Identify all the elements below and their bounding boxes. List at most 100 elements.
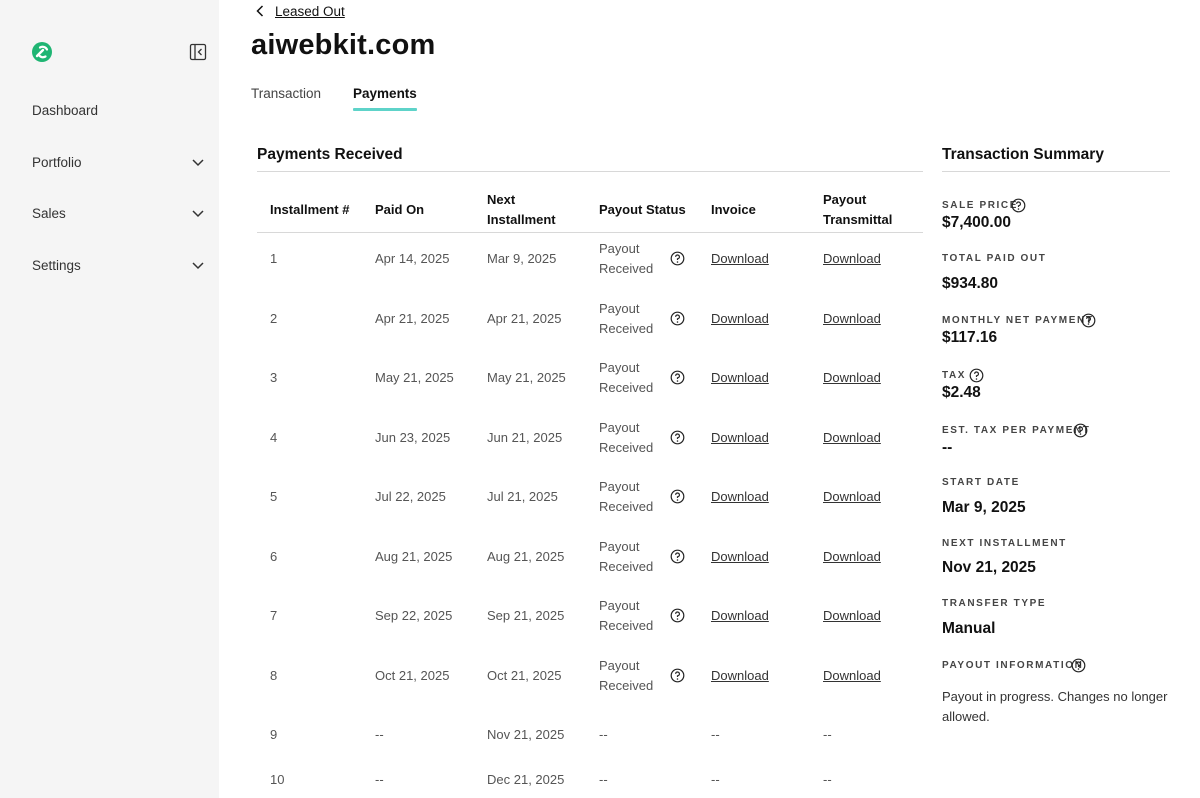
divider [257,171,923,172]
sidebar: Dashboard Portfolio Sales Settings [0,0,219,798]
cell-installment: 7 [270,608,278,623]
payout-information-label: Payout Information [942,660,1084,671]
cell-payout-status: -- [599,727,608,742]
cell-invoice: -- [711,772,720,787]
cell-next-installment: Nov 21, 2025 [487,727,565,742]
cell-installment: 6 [270,549,278,564]
chevron-down-icon [192,159,204,167]
cell-paid-on: -- [375,727,384,742]
invoice-download-link[interactable]: Download [711,368,769,388]
sidebar-item-portfolio[interactable]: Portfolio [32,150,208,174]
chevron-left-icon [256,5,264,17]
help-circle-icon[interactable] [670,311,685,326]
cell-next-installment: May 21, 2025 [487,370,566,385]
monthly-net-payment-value: $117.16 [942,329,998,346]
cell-transmittal: -- [823,727,832,742]
sidebar-item-dashboard[interactable]: Dashboard [32,98,208,122]
sidebar-item-sales[interactable]: Sales [32,201,208,225]
help-circle-icon[interactable] [670,370,685,385]
sidebar-item-label: Settings [32,257,81,273]
transmittal-download-link[interactable]: Download [823,368,881,388]
monthly-net-payment-label: Monthly Net Payment [942,315,1094,326]
cell-paid-on: -- [375,772,384,787]
est-tax-label: Est. Tax Per Payment [942,425,1091,436]
sidebar-item-settings[interactable]: Settings [32,253,208,277]
next-installment-label: Next Installment [942,538,1067,549]
start-date-label: Start Date [942,477,1020,488]
cell-paid-on: May 21, 2025 [375,370,454,385]
help-circle-icon[interactable] [670,251,685,266]
column-header-next-installment: Next Installment [487,192,556,227]
back-link[interactable]: Leased Out [255,2,345,20]
next-installment-value: Nov 21, 2025 [942,559,1036,576]
help-circle-icon[interactable] [969,368,984,383]
transfer-type-label: Transfer Type [942,598,1047,609]
help-circle-icon[interactable] [1011,198,1026,213]
chevron-down-icon [192,210,204,218]
transmittal-download-link[interactable]: Download [823,547,881,567]
cell-payout-status: -- [599,772,608,787]
help-circle-icon[interactable] [1081,313,1096,328]
sidebar-item-label: Dashboard [32,102,99,118]
help-circle-icon[interactable] [1071,658,1086,673]
start-date-value: Mar 9, 2025 [942,499,1026,516]
help-circle-icon[interactable] [670,608,685,623]
cell-next-installment: Sep 21, 2025 [487,608,565,623]
cell-paid-on: Jun 23, 2025 [375,430,451,445]
invoice-download-link[interactable]: Download [711,666,769,686]
help-circle-icon[interactable] [670,430,685,445]
column-header-installment: Installment # [270,202,350,217]
help-circle-icon[interactable] [670,668,685,683]
invoice-download-link[interactable]: Download [711,428,769,448]
cell-paid-on: Apr 21, 2025 [375,311,450,326]
godaddy-logo-icon[interactable] [31,41,53,63]
tab-transaction[interactable]: Transaction [251,86,321,109]
help-circle-icon[interactable] [670,489,685,504]
back-link-label[interactable]: Leased Out [275,4,345,19]
chevron-down-icon [192,262,204,270]
transfer-type-value: Manual [942,620,996,637]
invoice-download-link[interactable]: Download [711,606,769,626]
help-circle-icon[interactable] [670,549,685,564]
sale-price-label: Sale Price [942,200,1019,211]
invoice-download-link[interactable]: Download [711,249,769,269]
help-circle-icon[interactable] [1073,423,1088,438]
cell-installment: 3 [270,370,278,385]
invoice-download-link[interactable]: Download [711,547,769,567]
invoice-download-link[interactable]: Download [711,309,769,329]
invoice-download-link[interactable]: Download [711,487,769,507]
sale-price-value: $7,400.00 [942,214,1011,231]
est-tax-value: -- [942,439,953,456]
cell-installment: 1 [270,251,278,266]
cell-paid-on: Aug 21, 2025 [375,549,453,564]
cell-payout-status: Payout Received [599,301,654,336]
cell-payout-status: Payout Received [599,360,654,395]
transmittal-download-link[interactable]: Download [823,249,881,269]
cell-paid-on: Apr 14, 2025 [375,251,450,266]
transmittal-download-link[interactable]: Download [823,428,881,448]
transmittal-download-link[interactable]: Download [823,309,881,329]
cell-paid-on: Oct 21, 2025 [375,668,450,683]
transmittal-download-link[interactable]: Download [823,666,881,686]
tax-label: Tax [942,370,967,381]
cell-next-installment: Apr 21, 2025 [487,311,562,326]
column-header-invoice: Invoice [711,202,756,217]
transmittal-download-link[interactable]: Download [823,606,881,626]
cell-next-installment: Dec 21, 2025 [487,772,565,787]
cell-next-installment: Jun 21, 2025 [487,430,563,445]
tab-payments[interactable]: Payments [353,86,417,111]
transaction-summary-title: Transaction Summary [942,146,1104,163]
cell-installment: 9 [270,727,278,742]
column-header-payout-transmittal: Payout Transmittal [823,192,893,227]
column-header-payout-status: Payout Status [599,202,686,217]
transmittal-download-link[interactable]: Download [823,487,881,507]
cell-installment: 5 [270,489,278,504]
cell-next-installment: Jul 21, 2025 [487,489,558,504]
cell-paid-on: Jul 22, 2025 [375,489,446,504]
cell-installment: 10 [270,772,285,787]
total-paid-out-label: Total Paid Out [942,253,1047,264]
sidebar-collapse-icon[interactable] [189,43,207,61]
sidebar-item-label: Sales [32,205,66,221]
cell-installment: 4 [270,430,278,445]
cell-installment: 2 [270,311,278,326]
